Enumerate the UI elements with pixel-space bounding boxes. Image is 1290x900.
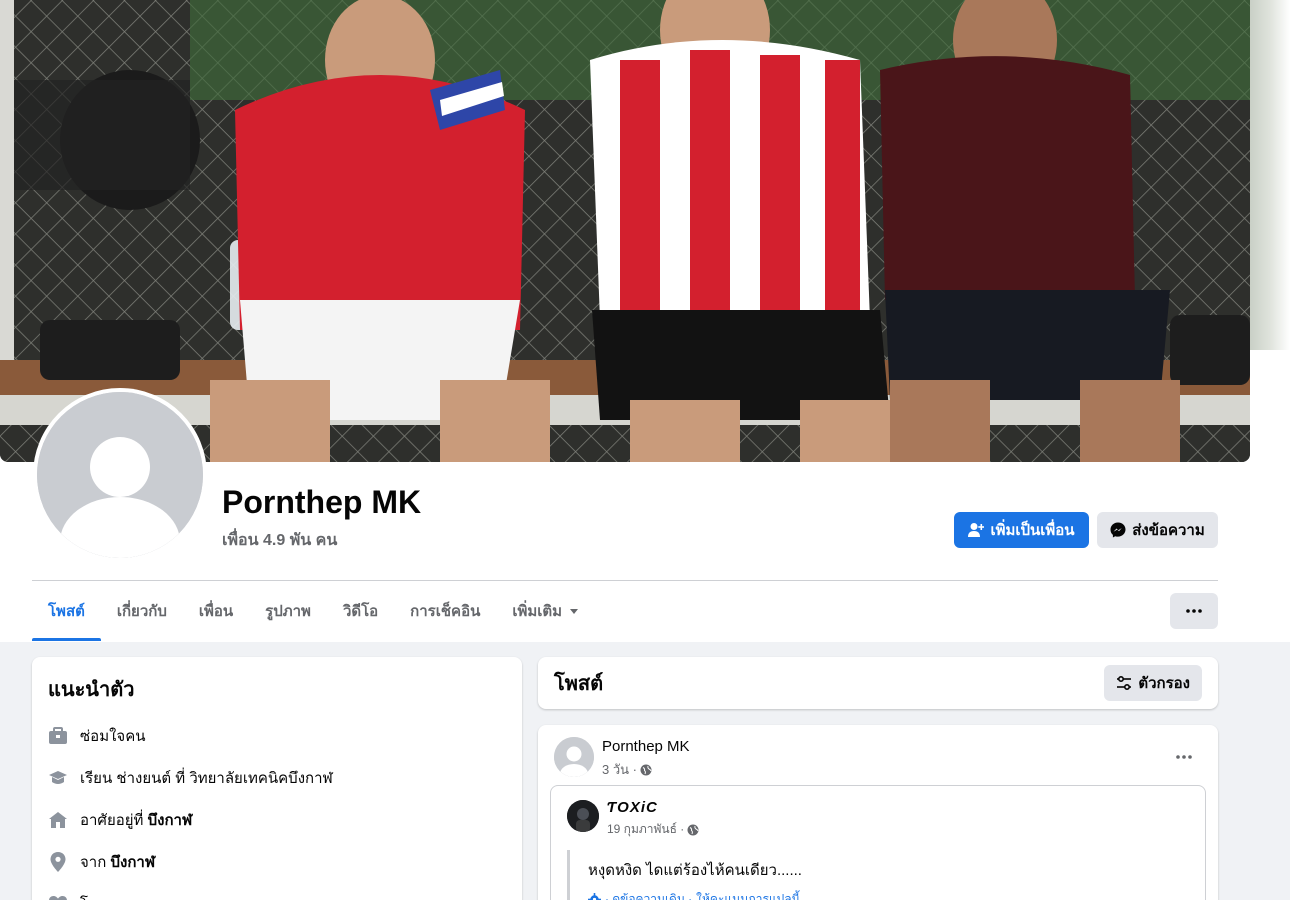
filter-label: ตัวกรอง: [1138, 675, 1190, 692]
intro-item-work: ซ่อมใจคน: [48, 715, 506, 757]
messenger-icon: [1110, 522, 1126, 538]
briefcase-icon: [48, 726, 68, 746]
tab-friends-label: เพื่อน: [198, 603, 234, 620]
gear-icon: [588, 893, 601, 900]
tab-about[interactable]: เกี่ยวกับ: [101, 582, 183, 640]
send-message-label: ส่งข้อความ: [1132, 522, 1205, 539]
intro-item-relationship: โสด: [48, 883, 506, 900]
heart-icon: [48, 894, 68, 900]
intro-relationship-text: โสด: [80, 892, 107, 900]
tab-photos[interactable]: รูปภาพ: [249, 582, 327, 640]
filter-button[interactable]: ตัวกรอง: [1104, 665, 1202, 701]
more-horizontal-icon: [1186, 609, 1202, 613]
intro-item-from: จาก บึงกาฬ: [48, 841, 506, 883]
post-author-avatar[interactable]: [554, 737, 594, 777]
friends-count[interactable]: เพื่อน 4.9 พัน คน: [222, 528, 337, 553]
intro-title: แนะนำตัว: [48, 679, 135, 701]
rate-translation-link[interactable]: ให้คะแนนการแปลนี้: [696, 890, 800, 900]
tab-posts[interactable]: โพสต์: [32, 582, 101, 641]
globe-icon: [640, 764, 652, 775]
cover-right-fade: [1250, 0, 1290, 350]
location-pin-icon: [48, 852, 68, 872]
tab-photos-label: รูปภาพ: [265, 603, 311, 620]
profile-options-button[interactable]: [1170, 593, 1218, 629]
intro-work-text: ซ่อมใจคน: [80, 728, 146, 745]
caret-down-icon: [570, 609, 579, 614]
intro-lives-in-place[interactable]: บึงกาฬ: [148, 812, 193, 829]
tab-about-label: เกี่ยวกับ: [116, 603, 167, 620]
add-friend-label: เพิ่มเป็นเพื่อน: [990, 522, 1075, 539]
globe-icon: [687, 824, 699, 835]
tab-more[interactable]: เพิ่มเติม: [496, 582, 596, 640]
shared-avatar-image: [567, 800, 599, 832]
profile-tabs: โพสต์ เกี่ยวกับ เพื่อน รูปภาพ วิดีโอ การ…: [32, 582, 596, 642]
intro-from-text: จาก บึงกาฬ: [80, 850, 155, 874]
home-icon: [48, 810, 68, 830]
translation-controls: · ดูข้อความเดิม · ให้คะแนนการแปลนี้: [588, 890, 1167, 900]
cover-photo-image: [0, 0, 1250, 462]
graduation-cap-icon: [48, 768, 68, 788]
posts-header-card: โพสต์ ตัวกรอง: [538, 657, 1218, 709]
tab-more-label: เพิ่มเติม: [512, 603, 563, 620]
cover-photo[interactable]: [0, 0, 1250, 462]
tab-posts-label: โพสต์: [48, 603, 85, 620]
intro-lives-in-text: อาศัยอยู่ที่ บึงกาฬ: [80, 808, 192, 832]
filter-sliders-icon: [1117, 675, 1132, 691]
see-original-link[interactable]: · ดูข้อความเดิม ·: [605, 890, 692, 900]
default-avatar-icon: [554, 737, 594, 777]
post-meta: 3 วัน ·: [602, 759, 652, 780]
shared-author-avatar[interactable]: [567, 800, 599, 832]
default-avatar-icon: [37, 392, 203, 558]
shared-post-time[interactable]: 19 กุมภาพันธ์ ·: [607, 820, 684, 839]
add-friend-button[interactable]: เพิ่มเป็นเพื่อน: [954, 512, 1089, 548]
posts-title: โพสต์: [554, 673, 604, 695]
post-card: Pornthep MK 3 วัน · ƬOXiC 19 กุมภาพันธ์ …: [538, 725, 1218, 900]
translated-quote: หงุดหงิด ไดแต่ร้องไห้คนเดียว...... · ดูข…: [567, 850, 1167, 900]
profile-avatar[interactable]: [33, 388, 207, 562]
more-horizontal-icon: [1176, 755, 1192, 759]
shared-author-name[interactable]: ƬOXiC: [607, 799, 658, 816]
intro-lives-in-prefix: อาศัยอยู่ที่: [80, 812, 148, 829]
intro-from-place[interactable]: บึงกาฬ: [110, 854, 155, 871]
tab-videos-label: วิดีโอ: [342, 603, 379, 620]
tab-videos[interactable]: วิดีโอ: [327, 582, 394, 640]
shared-post-text: หงุดหงิด ไดแต่ร้องไห้คนเดียว......: [588, 862, 802, 879]
add-friend-icon: [968, 523, 985, 537]
header-divider: [32, 580, 1218, 581]
shared-post[interactable]: ƬOXiC 19 กุมภาพันธ์ · หงุดหงิด ไดแต่ร้อง…: [550, 785, 1206, 900]
tab-checkins[interactable]: การเช็คอิน: [394, 582, 496, 640]
shared-post-meta: 19 กุมภาพันธ์ ·: [607, 820, 699, 839]
post-options-button[interactable]: [1168, 741, 1200, 773]
post-author-name[interactable]: Pornthep MK: [602, 738, 690, 755]
post-time[interactable]: 3 วัน ·: [602, 759, 637, 780]
intro-item-education: เรียน ช่างยนต์ ที่ วิทยาลัยเทคนิคบึงกาฬ: [48, 757, 506, 799]
tab-friends[interactable]: เพื่อน: [183, 582, 249, 640]
tab-checkins-label: การเช็คอิน: [410, 603, 481, 620]
intro-from-prefix: จาก: [80, 854, 111, 871]
send-message-button[interactable]: ส่งข้อความ: [1097, 512, 1218, 548]
intro-item-lives-in: อาศัยอยู่ที่ บึงกาฬ: [48, 799, 506, 841]
profile-name: Pornthep MK: [222, 484, 422, 520]
intro-education-text[interactable]: เรียน ช่างยนต์ ที่ วิทยาลัยเทคนิคบึงกาฬ: [80, 766, 333, 790]
intro-card: แนะนำตัว ซ่อมใจคน เรียน ช่างยนต์ ที่ วิท…: [32, 657, 522, 900]
